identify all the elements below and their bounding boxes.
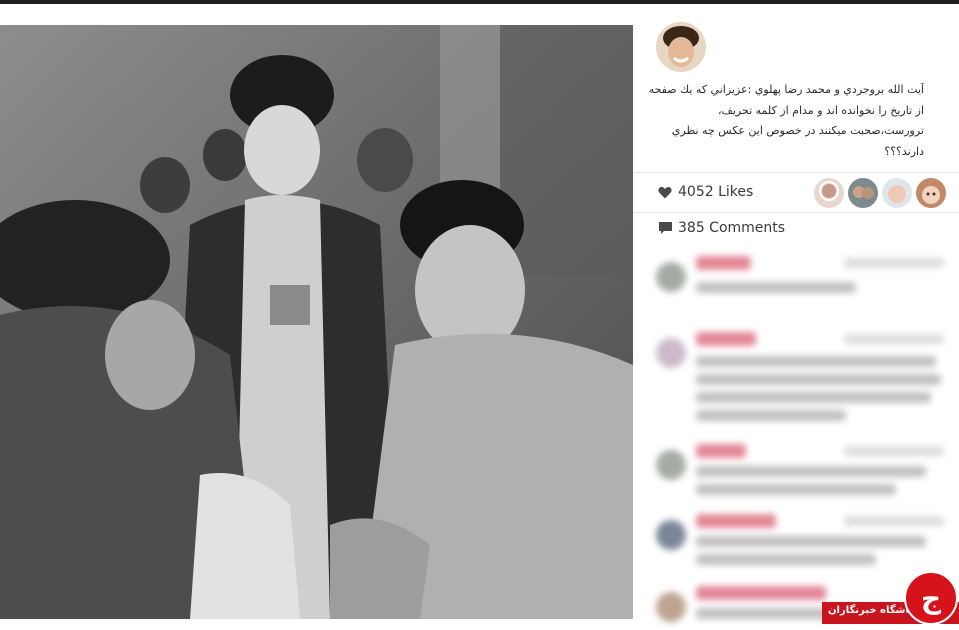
comment-text: [696, 282, 856, 293]
comment-text: [696, 410, 846, 421]
list-item: [648, 438, 954, 508]
divider: [634, 212, 959, 213]
author-avatar[interactable]: [656, 22, 706, 72]
avatar: [656, 338, 686, 368]
comment-author: [696, 444, 746, 458]
list-item: [648, 250, 954, 326]
likes-label: 4052 Likes: [678, 184, 754, 200]
liker-avatar[interactable]: [814, 178, 844, 208]
comment-time: [844, 334, 944, 344]
avatar: [656, 450, 686, 480]
comment-author: [696, 332, 756, 346]
avatar: [656, 262, 686, 292]
liker-avatar[interactable]: [916, 178, 946, 208]
likes-count[interactable]: 4052 Likes: [658, 184, 753, 200]
news-club-logo-icon: ج: [904, 571, 958, 625]
list-item: [648, 508, 954, 580]
avatar: [656, 592, 686, 622]
comment-text: [696, 466, 926, 477]
post-photo: [0, 25, 633, 619]
comment-text: [696, 356, 936, 367]
comment-text: [696, 484, 896, 495]
comment-author: [696, 586, 826, 600]
watermark-badge: باشگاه خبرنگاران ج: [822, 571, 959, 625]
comment-time: [844, 516, 944, 526]
comment-text: [696, 554, 876, 565]
post-caption: آيت الله بروجردي و محمد رضا پهلوي :عزيزا…: [648, 83, 924, 158]
list-item: [648, 326, 954, 438]
comment-time: [844, 446, 944, 456]
badge-label: باشگاه خبرنگاران: [828, 605, 913, 616]
post-sidebar: آيت الله بروجردي و محمد رضا پهلوي :عزيزا…: [634, 4, 959, 625]
comments-label: 385 Comments: [678, 220, 786, 236]
comment-author: [696, 514, 776, 528]
comment-text: [696, 374, 941, 385]
liker-avatar[interactable]: [848, 178, 878, 208]
comment-time: [844, 258, 944, 268]
heart-icon: [658, 186, 672, 198]
liker-avatar[interactable]: [882, 178, 912, 208]
comments-count[interactable]: 385 Comments: [658, 220, 785, 236]
comment-text: [696, 392, 931, 403]
comment-author: [696, 256, 751, 270]
speech-bubble-icon: [659, 222, 672, 234]
likers-list: [814, 178, 946, 208]
avatar: [656, 520, 686, 550]
comment-text: [696, 536, 926, 547]
divider: [634, 172, 959, 173]
